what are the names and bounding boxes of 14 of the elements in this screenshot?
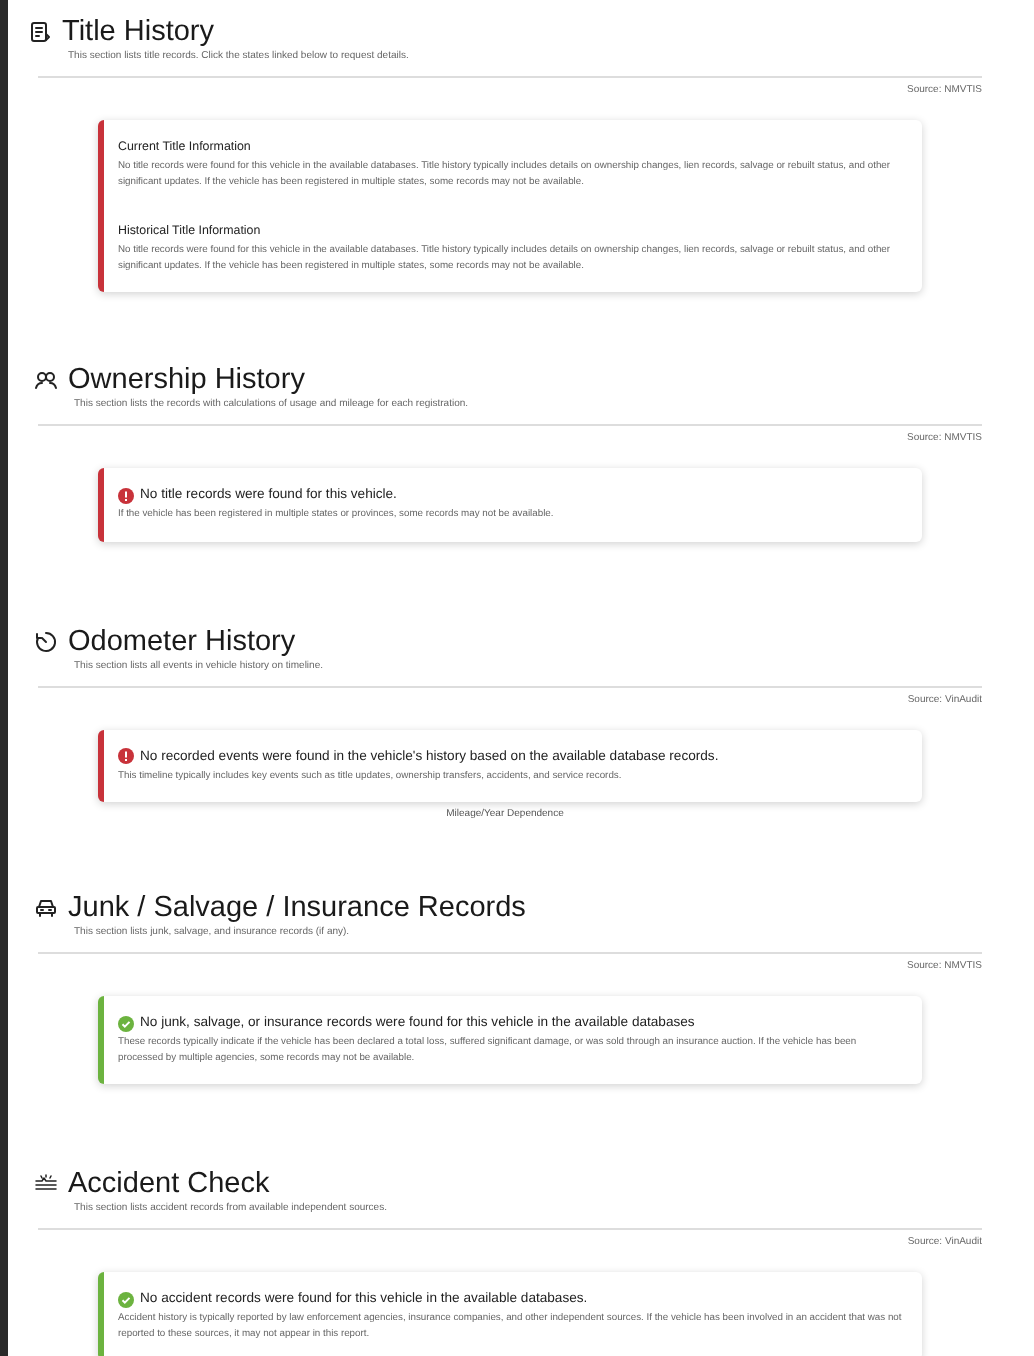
section-title: Odometer History: [68, 625, 296, 657]
section-title: Junk / Salvage / Insurance Records: [68, 892, 526, 924]
car-crash-icon: [34, 1172, 58, 1196]
check-icon: [118, 1291, 134, 1307]
section-title: Ownership History: [68, 364, 305, 396]
section-title: Title History: [62, 16, 214, 48]
alert-icon: [118, 748, 134, 764]
check-icon: [118, 1015, 134, 1031]
section-title: Accident Check: [68, 1168, 270, 1200]
document-icon: [28, 20, 52, 44]
timer-icon: [34, 629, 58, 653]
alert-icon: [118, 487, 134, 503]
car-icon: [34, 896, 58, 920]
people-icon: [34, 368, 58, 392]
